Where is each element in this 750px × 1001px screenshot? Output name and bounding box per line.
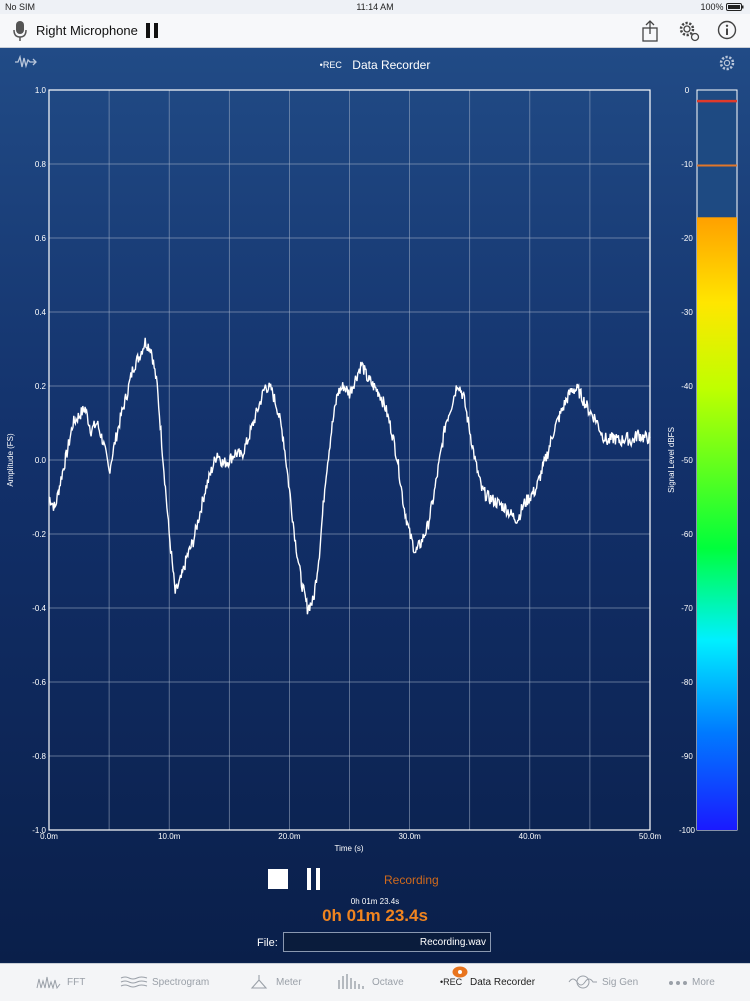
file-name-input[interactable] — [283, 932, 491, 952]
meter-tick-label: -30 — [681, 308, 693, 317]
tab-label: FFT — [67, 977, 86, 988]
meter-tick-label: -50 — [681, 456, 693, 465]
elapsed-time-small: 0h 01m 23.4s — [350, 897, 400, 906]
stop-button[interactable] — [268, 869, 288, 889]
spectrogram-icon — [120, 976, 148, 988]
meter-tick-label: 0 — [685, 86, 690, 95]
tab-label: Octave — [372, 977, 404, 988]
meter-axis-label: Signal Level dBFS — [667, 427, 676, 493]
pause-record-button[interactable] — [306, 868, 322, 890]
meter-tick-label: -80 — [681, 678, 693, 687]
tab-more[interactable]: More — [668, 964, 738, 1001]
meter-tick-label: -100 — [679, 826, 696, 835]
elapsed-time-large: 0h 01m 23.4s — [322, 906, 428, 925]
tab-label: More — [692, 977, 715, 988]
octave-icon — [338, 974, 364, 989]
level-meter: 0 -10 -20 -30 -40 -50 -60 -70 -80 -90 -100 Signal … — [667, 86, 738, 835]
meter-level-bar — [697, 217, 737, 830]
recording-status: Recording — [384, 873, 439, 887]
tab-label: •REC — [440, 977, 463, 987]
meter-tick-label: -10 — [681, 160, 693, 169]
meter-tick-label: -60 — [681, 530, 693, 539]
tab-fft[interactable]: FFT — [32, 964, 102, 1001]
sig-gen-icon — [568, 975, 597, 989]
meter-tick-label: -20 — [681, 234, 693, 243]
meter-tick-label: -90 — [681, 752, 693, 761]
tab-sig-gen[interactable]: Sig Gen — [568, 964, 648, 1001]
tab-label: Sig Gen — [602, 977, 639, 988]
tab-label: Meter — [276, 977, 302, 988]
tab-sublabel: Data Recorder — [470, 977, 536, 988]
tab-spectrogram[interactable]: Spectrogram — [118, 964, 218, 1001]
tab-bar: FFT Spectrogram Meter Octave •REC Data R… — [0, 963, 750, 1001]
tab-label: Spectrogram — [152, 977, 210, 988]
tab-octave[interactable]: Octave — [337, 964, 417, 1001]
meter-icon — [250, 975, 268, 989]
more-icon — [669, 981, 687, 985]
meter-tick-label: -70 — [681, 604, 693, 613]
meter-tick-label: -40 — [681, 382, 693, 391]
tab-meter[interactable]: Meter — [250, 964, 320, 1001]
fft-icon — [36, 976, 61, 989]
tab-data-recorder[interactable]: •REC Data Recorder — [438, 964, 548, 1001]
file-label: File: — [257, 937, 278, 949]
